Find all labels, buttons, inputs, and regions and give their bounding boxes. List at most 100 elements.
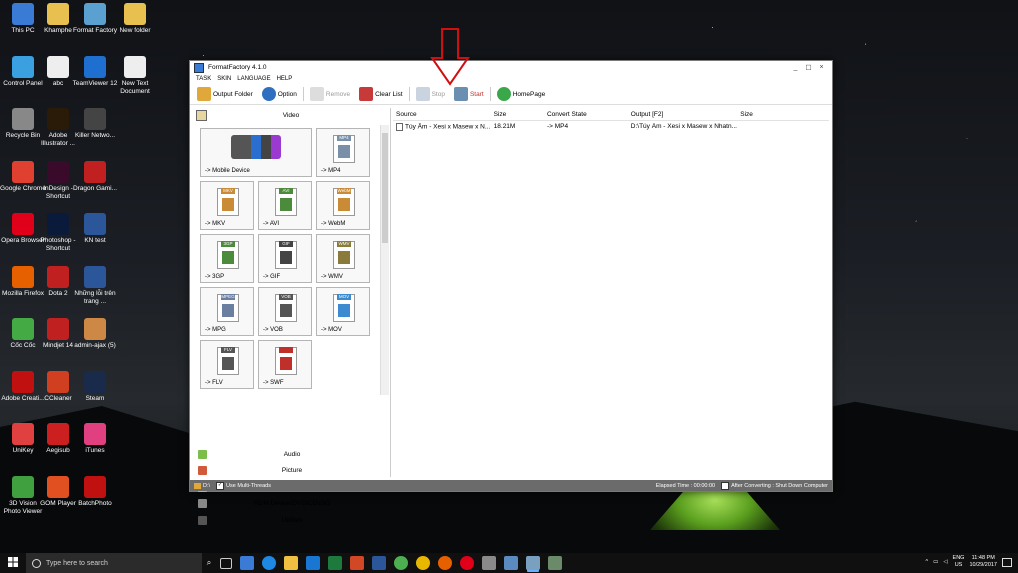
coc-coc-icon[interactable]: [394, 556, 408, 570]
desktop-icon[interactable]: BatchPhoto: [72, 475, 118, 508]
desktop-icon[interactable]: Những lỗi trên trang ...: [72, 265, 118, 306]
category-row[interactable]: Utilities: [194, 512, 390, 529]
menu-bar: TASK SKIN LANGUAGE HELP: [190, 74, 832, 84]
category-row[interactable]: ROM Device\DVD\CD\ISO: [194, 496, 390, 513]
file-explorer-icon[interactable]: [284, 556, 298, 570]
col-size[interactable]: Size: [491, 111, 544, 118]
category-scrollbar[interactable]: [380, 125, 389, 395]
menu-language[interactable]: LANGUAGE: [237, 76, 270, 82]
category-icon: [198, 515, 207, 525]
app-icon: [12, 423, 34, 445]
output-folder-button[interactable]: Output Folder: [194, 86, 256, 102]
word-icon[interactable]: [372, 556, 386, 570]
format-tile[interactable]: FLV -> FLV: [200, 340, 254, 389]
microphone-icon[interactable]: ⌕: [202, 558, 216, 568]
chevron-up-icon[interactable]: ^: [926, 559, 929, 565]
stop-button[interactable]: Stop: [413, 86, 448, 102]
app-icon[interactable]: [504, 556, 518, 570]
taskbar-search-box[interactable]: Type here to search: [26, 553, 202, 573]
teamviewer-icon[interactable]: [482, 556, 496, 570]
pen-icon[interactable]: [240, 556, 254, 570]
desktop-icon[interactable]: KN test: [72, 213, 118, 245]
file-format-icon: MPEG: [217, 294, 239, 322]
powerpoint-icon[interactable]: [350, 556, 364, 570]
app-icon: [47, 160, 69, 183]
app-icon: [12, 160, 34, 183]
clock[interactable]: 11:48 PM 10/29/2017: [969, 555, 997, 569]
multi-threads-checkbox[interactable]: ✓: [216, 481, 225, 490]
after-converting-checkbox[interactable]: [721, 481, 730, 490]
file-format-icon: WMV: [333, 241, 355, 269]
format-tile[interactable]: MP4 -> MP4: [316, 128, 370, 177]
desktop-icon[interactable]: Steam: [72, 370, 118, 403]
app-icon: [124, 55, 146, 78]
menu-task[interactable]: TASK: [196, 76, 211, 82]
edge-icon[interactable]: [262, 556, 276, 570]
category-row[interactable]: Picture: [194, 463, 390, 480]
category-row[interactable]: Audio: [194, 446, 390, 463]
elapsed-time: Elapsed Time : 00:00:00: [655, 482, 716, 489]
option-button[interactable]: Option: [259, 86, 300, 102]
format-tile[interactable]: GIF -> GIF: [258, 234, 312, 283]
col-source[interactable]: Source: [393, 111, 491, 118]
format-tile[interactable]: -> SWF: [258, 340, 312, 389]
format-tile[interactable]: WebM -> WebM: [316, 181, 370, 230]
col-output-size[interactable]: Size: [737, 111, 829, 118]
desktop-icon[interactable]: New Text Document: [112, 55, 158, 96]
clear-list-button[interactable]: Clear List: [356, 86, 405, 102]
formatfactory-taskbar-icon[interactable]: [526, 556, 540, 570]
firefox-icon[interactable]: [438, 556, 452, 570]
col-output[interactable]: Output [F2]: [628, 111, 737, 118]
category-video[interactable]: Video: [192, 108, 390, 122]
minimize-button[interactable]: _: [789, 64, 802, 71]
file-icon: [396, 122, 403, 131]
app-icon[interactable]: [548, 556, 562, 570]
start-icon: [453, 87, 468, 101]
format-tile[interactable]: 3GP -> 3GP: [200, 234, 254, 283]
remove-button[interactable]: Remove: [307, 86, 353, 102]
menu-skin[interactable]: SKIN: [217, 76, 231, 82]
desktop-icon[interactable]: Killer Netwo...: [72, 108, 118, 140]
chrome-icon[interactable]: [416, 556, 430, 570]
desktop-icon[interactable]: admin-ajax (5): [72, 318, 118, 350]
maximize-button[interactable]: ☐: [802, 64, 815, 72]
format-tile[interactable]: MPEG -> MPG: [200, 287, 254, 336]
app-icon: [12, 318, 34, 340]
format-tile-label: -> VOB: [263, 327, 283, 333]
search-placeholder: Type here to search: [46, 559, 108, 567]
network-icon[interactable]: ▭: [933, 559, 938, 565]
mail-icon[interactable]: [306, 556, 320, 570]
format-glyph: [222, 304, 234, 317]
desktop-icon[interactable]: New folder: [112, 3, 158, 35]
drive-label: D:\: [203, 482, 211, 489]
menu-help[interactable]: HELP: [277, 76, 293, 82]
desktop-icon[interactable]: iTunes: [72, 423, 118, 455]
desktop-icon[interactable]: Dragon Gami...: [72, 160, 118, 193]
toolbar-separator: [489, 87, 491, 101]
app-icon: [47, 55, 69, 78]
file-format-icon: GIF: [275, 241, 297, 269]
task-state: -> MP4: [546, 123, 569, 130]
language-indicator[interactable]: ENG US: [953, 555, 965, 569]
format-tile[interactable]: AVI -> AVI: [258, 181, 312, 230]
app-icon: [84, 160, 106, 183]
format-tile[interactable]: -> Mobile Device: [200, 128, 312, 177]
volume-icon[interactable]: ◁: [943, 559, 947, 565]
format-tile[interactable]: VOB -> VOB: [258, 287, 312, 336]
format-tile[interactable]: MKV -> MKV: [200, 181, 254, 230]
scrollbar-thumb[interactable]: [382, 133, 388, 243]
system-tray: ^ ▭ ◁ ENG US 11:48 PM 10/29/2017: [926, 555, 1012, 569]
format-tile[interactable]: MOV -> MOV: [316, 287, 370, 336]
col-convert-state[interactable]: Convert State: [544, 111, 628, 118]
start-menu-button[interactable]: [0, 556, 26, 570]
close-button[interactable]: ×: [815, 64, 828, 71]
excel-icon[interactable]: [328, 556, 342, 570]
start-button[interactable]: Start: [451, 86, 487, 102]
notification-icon[interactable]: [1002, 557, 1012, 567]
opera-icon[interactable]: [460, 556, 474, 570]
format-tile[interactable]: WMV -> WMV: [316, 234, 370, 283]
task-row[interactable]: Túy Âm - Xesi x Masew x N... 18.21M -> M…: [393, 121, 829, 132]
task-view-icon[interactable]: [220, 557, 232, 569]
homepage-button[interactable]: HomePage: [494, 86, 549, 102]
app-icon: [12, 265, 34, 288]
